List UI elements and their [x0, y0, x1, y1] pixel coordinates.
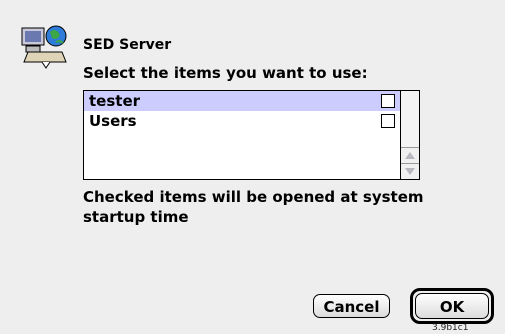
version-label: 3.9b1c1 [432, 323, 469, 333]
ok-button[interactable]: OK [415, 293, 489, 319]
list-item-checkbox[interactable] [381, 114, 395, 128]
list-item-users[interactable]: Users [84, 111, 400, 131]
cancel-button[interactable]: Cancel [313, 294, 390, 318]
startup-note: Checked items will be opened at system s… [83, 188, 424, 226]
sed-server-dialog: SED Server Select the items you want to … [0, 0, 505, 334]
list-item-label: tester [89, 92, 141, 110]
arrow-down-icon [405, 168, 415, 175]
dialog-title: SED Server [83, 37, 172, 53]
list-item-checkbox[interactable] [381, 94, 395, 108]
list-item-label: Users [89, 112, 137, 130]
dialog-prompt: Select the items you want to use: [83, 64, 368, 82]
list-item-tester[interactable]: tester [84, 91, 400, 111]
items-list-rows: tester Users [84, 91, 400, 179]
computer-globe-icon [18, 22, 74, 70]
scroll-up-button[interactable] [401, 147, 419, 163]
vertical-scrollbar[interactable] [400, 91, 419, 179]
items-list[interactable]: tester Users [83, 90, 420, 180]
scroll-down-button[interactable] [401, 163, 419, 179]
arrow-up-icon [405, 152, 415, 159]
